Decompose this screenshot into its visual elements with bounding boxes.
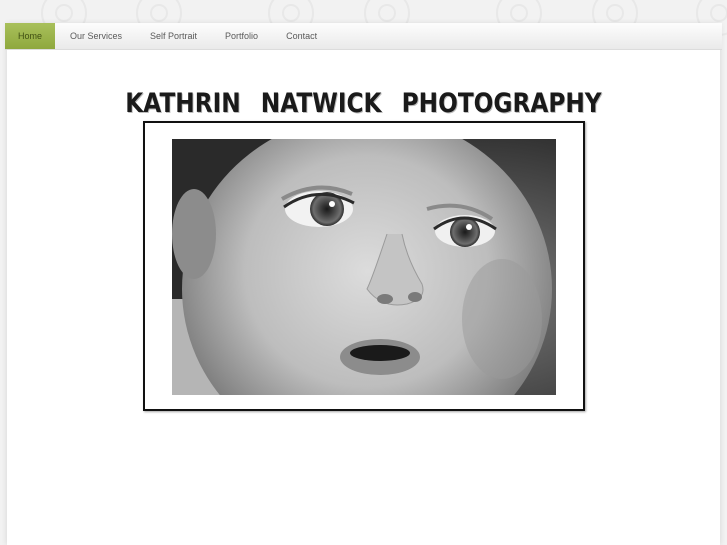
- nav-item-our-services[interactable]: Our Services: [56, 23, 136, 49]
- hero-photo: [172, 139, 556, 395]
- nav-item-contact[interactable]: Contact: [272, 23, 331, 49]
- nav-item-self-portrait[interactable]: Self Portrait: [136, 23, 211, 49]
- hero-photo-frame: [143, 121, 585, 411]
- baby-portrait-image: [172, 139, 556, 395]
- site-title-logo: Kathrin Natwick Photography: [125, 88, 602, 119]
- main-navigation: Home Our Services Self Portrait Portfoli…: [5, 23, 722, 50]
- nav-item-home[interactable]: Home: [5, 23, 55, 49]
- nav-item-portfolio[interactable]: Portfolio: [211, 23, 272, 49]
